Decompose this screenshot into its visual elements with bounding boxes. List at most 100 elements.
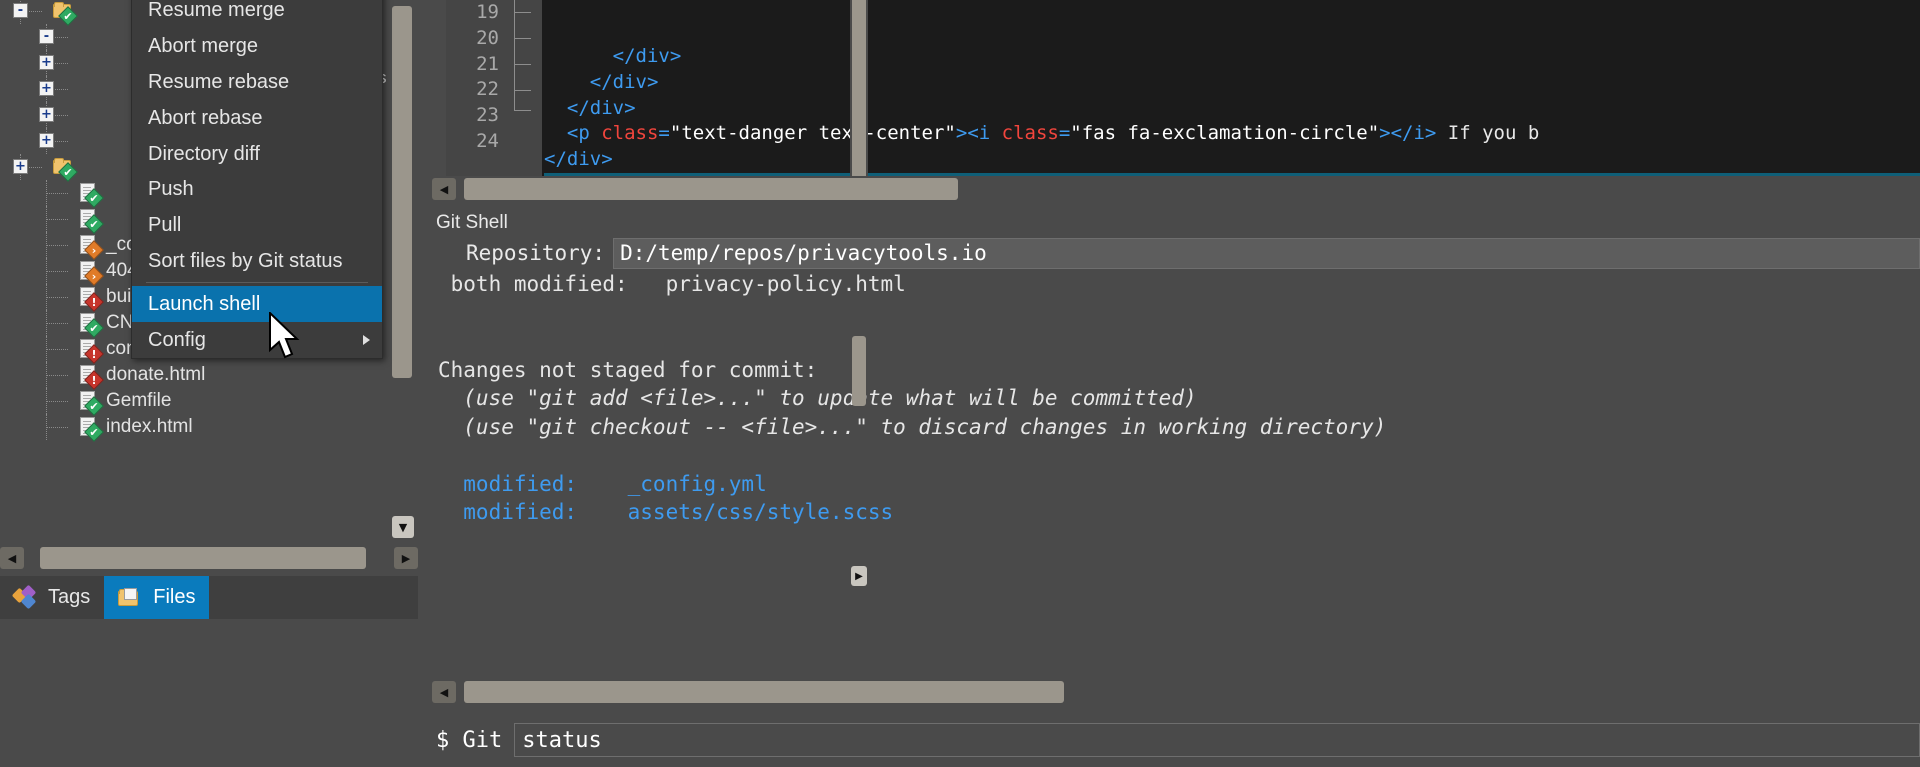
- menu-item-abort-rebase[interactable]: Abort rebase: [132, 100, 382, 136]
- folder-icon: ✔: [52, 156, 78, 182]
- collapse-toggle-icon[interactable]: -: [39, 29, 54, 44]
- line-number: 24: [476, 129, 499, 152]
- sidebar-footer-filler: [0, 619, 418, 767]
- line-number: 23: [476, 104, 499, 127]
- collapse-toggle-icon[interactable]: -: [13, 3, 28, 18]
- file-icon: ✔: [78, 390, 104, 416]
- file-icon: !: [78, 338, 104, 364]
- scroll-right-button[interactable]: ▶: [394, 547, 418, 569]
- scroll-down-button[interactable]: ▼: [392, 516, 414, 538]
- tree-item-label: Gemfile: [106, 390, 172, 411]
- git-context-menu[interactable]: Resume merge Abort merge Resume rebase Abor…: [131, 0, 383, 359]
- shell-output-line: [432, 299, 1920, 328]
- tree-item-donate-html[interactable]: ! donate.html: [0, 362, 418, 390]
- git-shell-horizontal-scrollbar[interactable]: ◀: [432, 679, 1920, 705]
- git-shell-vertical-scrollbar[interactable]: ▶: [850, 236, 868, 626]
- status-badge-mod: ›: [84, 240, 104, 260]
- menu-item-abort-merge[interactable]: Abort merge: [132, 29, 382, 65]
- scrollbar-track[interactable]: [26, 547, 392, 569]
- scroll-left-button[interactable]: ◀: [432, 681, 456, 703]
- menu-item-label: Config: [148, 328, 206, 351]
- status-badge-err: !: [84, 370, 104, 390]
- expand-toggle-icon[interactable]: +: [39, 107, 54, 122]
- file-icon: ✔: [78, 182, 104, 208]
- menu-item-resume-rebase[interactable]: Resume rebase: [132, 65, 382, 101]
- expand-toggle-icon[interactable]: +: [13, 159, 28, 174]
- git-command-row: $ Git status: [432, 721, 1920, 759]
- status-badge-ok: ✔: [58, 162, 78, 182]
- scrollbar-thumb[interactable]: [852, 0, 866, 176]
- tab-tags-label: Tags: [48, 586, 91, 608]
- editor-outer-scrollbar[interactable]: [850, 0, 868, 176]
- git-shell-panel: Git Shell Repository: D:/temp/repos/priv…: [432, 210, 1920, 767]
- shell-output-line: both modified: privacy-policy.html: [438, 272, 906, 296]
- status-badge-ok: ✔: [84, 422, 104, 442]
- code-line: </div>: [544, 44, 1920, 70]
- menu-item-push[interactable]: Push: [132, 172, 382, 208]
- scroll-left-button[interactable]: ◀: [432, 178, 456, 200]
- file-tree-vertical-scrollbar[interactable]: ▼: [392, 0, 414, 545]
- git-command-input[interactable]: status: [514, 723, 1920, 757]
- tree-item-gemfile[interactable]: ✔ Gemfile: [0, 388, 418, 416]
- tab-files-label: Files: [153, 586, 196, 608]
- scrollbar-track[interactable]: [458, 178, 1918, 200]
- editor-horizontal-scrollbar[interactable]: ◀: [432, 176, 1920, 202]
- code-token: </div>: [544, 148, 613, 171]
- code-token: "fas fa-exclamation-circle": [1070, 122, 1380, 145]
- tags-icon: [11, 584, 40, 609]
- tree-item-index-html[interactable]: ✔ index.html: [0, 414, 418, 442]
- scrollbar-track[interactable]: [458, 681, 1918, 703]
- sidebar-tab-bar: Tags Files: [0, 576, 418, 619]
- line-number: 22: [476, 78, 499, 101]
- tree-item-label: index.html: [106, 416, 193, 437]
- shell-output-line: modified: assets/css/style.scss: [438, 500, 894, 524]
- scrollbar-thumb[interactable]: [464, 681, 1064, 703]
- menu-item-pull[interactable]: Pull: [132, 208, 382, 244]
- menu-item-config[interactable]: Config: [132, 322, 382, 358]
- scrollbar-thumb[interactable]: [464, 178, 958, 200]
- code-token: If you b: [1436, 122, 1540, 145]
- menu-item-resume-merge[interactable]: Resume merge: [132, 0, 382, 29]
- editor-left-gutter: [432, 0, 446, 176]
- code-line: </div>: [544, 147, 1920, 173]
- scrollbar-thumb[interactable]: [392, 6, 412, 378]
- menu-item-directory-diff[interactable]: Directory diff: [132, 136, 382, 172]
- tree-guide-lines: [0, 414, 418, 440]
- code-editor[interactable]: 19 20 21 22 23 24 </div> </div> </div> <p cla…: [432, 0, 1920, 176]
- tab-tags[interactable]: Tags: [0, 576, 104, 619]
- menu-item-sort-files-by-git-status[interactable]: Sort files by Git status: [132, 244, 382, 280]
- tab-files[interactable]: Files: [104, 576, 210, 619]
- file-icon: !: [78, 286, 104, 312]
- file-icon: ✔: [78, 416, 104, 442]
- tree-guide-lines: [0, 388, 418, 414]
- status-badge-ok: ✔: [84, 318, 104, 338]
- expand-toggle-icon[interactable]: +: [39, 81, 54, 96]
- menu-item-label: Sort files by Git status: [148, 249, 343, 272]
- git-shell-output[interactable]: Repository: D:/temp/repos/privacytools.i…: [432, 236, 1920, 675]
- file-icon: !: [78, 364, 104, 390]
- repository-row: Repository: D:/temp/repos/privacytools.i…: [432, 236, 1920, 270]
- menu-item-label: Pull: [148, 214, 182, 237]
- status-badge-err: !: [84, 344, 104, 364]
- chevron-right-icon: [363, 335, 370, 346]
- menu-item-label: Push: [148, 178, 194, 201]
- shell-output-line: [432, 327, 1920, 356]
- editor-fold-column[interactable]: [508, 0, 542, 176]
- file-tree-horizontal-scrollbar[interactable]: ◀ ▶: [0, 545, 418, 571]
- repository-path-field[interactable]: D:/temp/repos/privacytools.io: [613, 237, 1920, 269]
- code-token: </div>: [612, 45, 682, 67]
- scrollbar-thumb[interactable]: [852, 336, 866, 406]
- expand-toggle-icon[interactable]: +: [39, 55, 54, 70]
- file-icon: ›: [78, 234, 104, 260]
- files-folder-icon: [118, 587, 140, 609]
- shell-output-line: (use "git add <file>..." to update what …: [438, 386, 1197, 410]
- scroll-left-button[interactable]: ◀: [0, 547, 24, 569]
- scrollbar-thumb[interactable]: [40, 547, 366, 569]
- editor-code-area[interactable]: </div> </div> </div> <p class="text-dang…: [542, 0, 1920, 176]
- menu-item-launch-shell[interactable]: Launch shell: [132, 286, 382, 323]
- shell-output-lines: both modified: privacy-policy.html Chang…: [432, 270, 1920, 527]
- code-editor-panel: 19 20 21 22 23 24 </div> </div> </div> <p cla…: [432, 0, 1920, 176]
- scroll-right-button[interactable]: ▶: [851, 566, 867, 586]
- expand-toggle-icon[interactable]: +: [39, 133, 54, 148]
